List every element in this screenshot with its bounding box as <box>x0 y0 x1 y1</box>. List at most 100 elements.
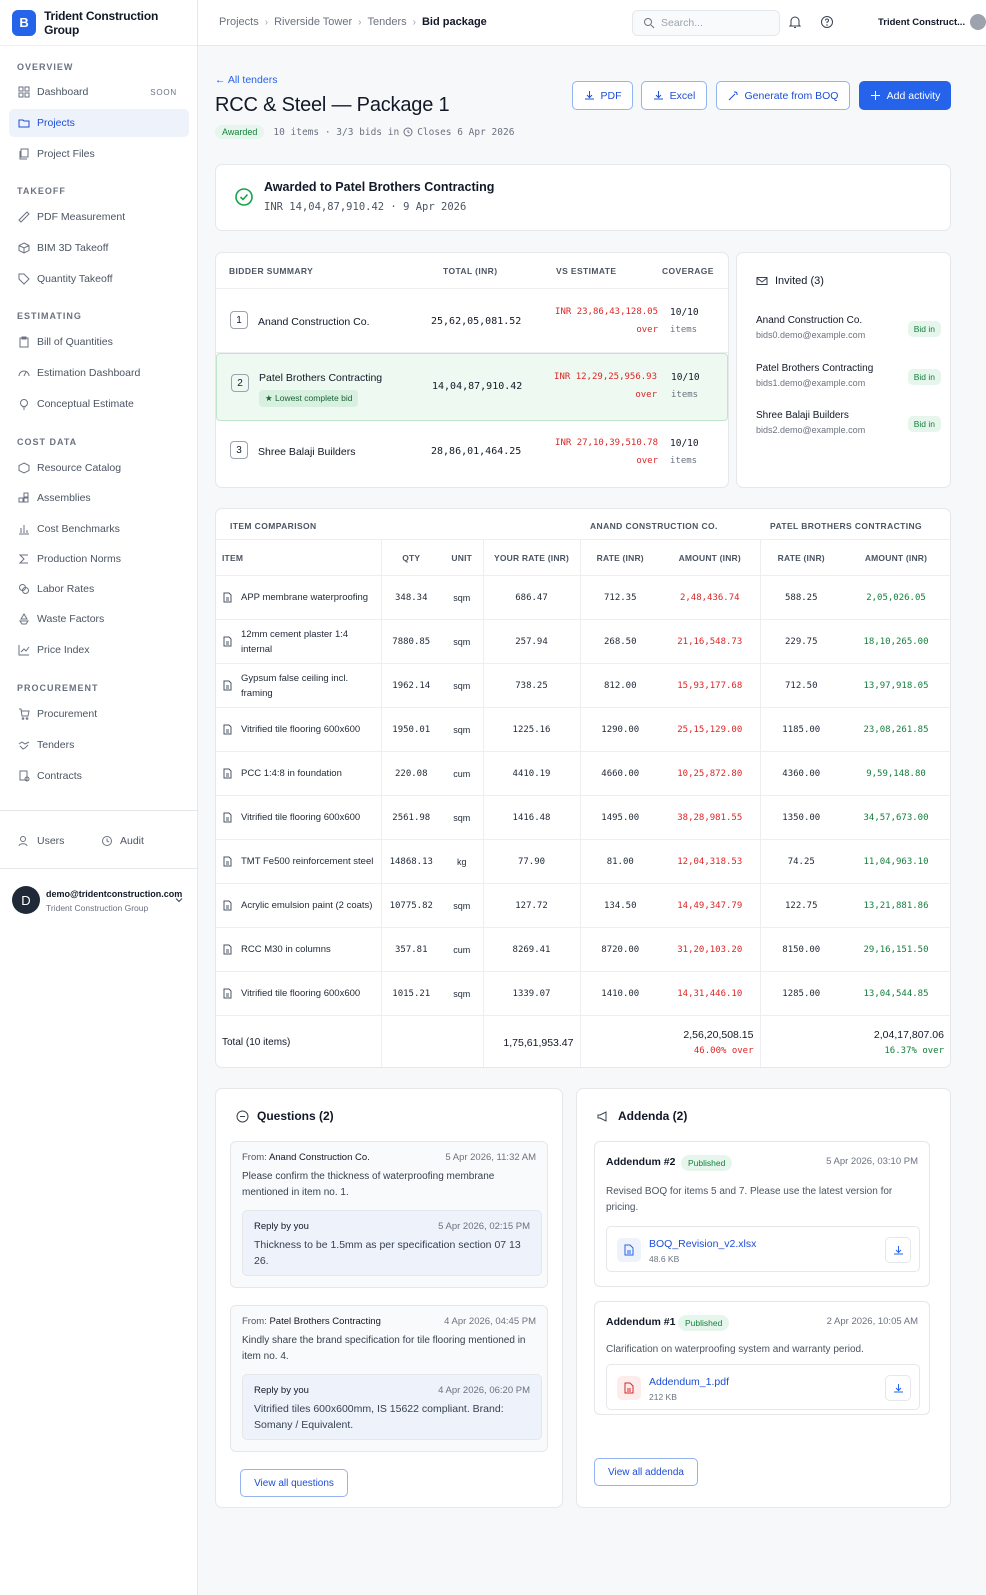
bell-icon[interactable] <box>788 15 802 29</box>
addenda-header: Addenda (2) <box>597 1109 687 1123</box>
table-row[interactable]: RCC M30 in columns 357.81 cum 8269.41 8720.0… <box>216 927 950 972</box>
tag-icon <box>18 273 30 285</box>
unit: sqm <box>441 971 483 1016</box>
sidebar-item-label: Assemblies <box>37 492 91 504</box>
total-patel-amount: 2,04,17,807.06 <box>873 1029 944 1042</box>
brand[interactable]: B Trident Construction Group <box>0 0 197 46</box>
question-item[interactable]: From: Anand Construction Co. 5 Apr 2026,… <box>230 1141 548 1288</box>
published-badge: Published <box>678 1315 730 1331</box>
sidebar-item-projects[interactable]: Projects <box>9 109 189 137</box>
sidebar-item-estimation-dashboard[interactable]: Estimation Dashboard <box>9 359 189 387</box>
coins-icon <box>18 583 30 595</box>
sidebar-item-waste-factors[interactable]: Waste Factors <box>9 605 189 633</box>
pdf-button[interactable]: PDF <box>572 81 633 110</box>
sidebar-item-procurement[interactable]: Procurement <box>9 700 189 728</box>
file-name[interactable]: Addendum_1.pdf <box>649 1376 729 1388</box>
sidebar-item-contracts[interactable]: Contracts <box>9 762 189 790</box>
sidebar: B Trident Construction Group OVERVIEW Da… <box>0 0 198 1595</box>
download-button[interactable] <box>885 1237 911 1263</box>
table-row[interactable]: Gypsum false ceiling incl. framing 1962.1… <box>216 663 950 708</box>
anand-amount: 12,04,318.53 <box>660 839 760 884</box>
sidebar-item-label: Procurement <box>37 708 98 720</box>
table-row[interactable]: Vitrified tile flooring 600x600 2561.98 sq… <box>216 795 950 840</box>
attachment[interactable]: Addendum_1.pdf 212 KB <box>606 1364 920 1410</box>
sidebar-item-conceptual-estimate[interactable]: Conceptual Estimate <box>9 390 189 418</box>
crumb-projects[interactable]: Projects <box>219 16 259 28</box>
add-activity-button[interactable]: Add activity <box>859 81 951 110</box>
sidebar-item-labor-rates[interactable]: Labor Rates <box>9 575 189 603</box>
meta-items: 10 items · 3/3 bids in <box>273 126 400 138</box>
brand-name: Trident Construction Group <box>44 8 159 37</box>
section-estimating: ESTIMATING <box>17 311 82 321</box>
audit-link[interactable]: Audit <box>92 827 172 855</box>
table-row[interactable]: Vitrified tile flooring 600x600 1950.01 sq… <box>216 707 950 752</box>
sidebar-item-assemblies[interactable]: Assemblies <box>9 484 189 512</box>
anand-rate: 4660.00 <box>579 751 660 796</box>
generate-from-boq-button[interactable]: Generate from BOQ <box>716 81 850 110</box>
search-icon <box>644 18 655 29</box>
bidder-row[interactable]: 3 Shree Balaji Builders 28,86,01,464.25 … <box>216 421 728 487</box>
back-link[interactable]: ← All tenders <box>215 74 277 86</box>
help-icon[interactable] <box>820 15 834 29</box>
item-label: APP membrane waterproofing <box>241 592 369 603</box>
table-row[interactable]: Vitrified tile flooring 600x600 1015.21 sq… <box>216 971 950 1016</box>
sidebar-item-tenders[interactable]: Tenders <box>9 731 189 759</box>
users-link[interactable]: Users <box>9 827 89 855</box>
qty: 1950.01 <box>380 707 441 752</box>
invited-item[interactable]: Anand Construction Co. bids0.demo@example… <box>756 315 941 340</box>
table-row[interactable]: 12mm cement plaster 1:4 internal 7880.85 s… <box>216 619 950 664</box>
sidebar-item-bill-of-quantities[interactable]: Bill of Quantities <box>9 328 189 356</box>
pdf-file-icon <box>617 1376 641 1400</box>
sidebar-item-bim-3d-takeoff[interactable]: BIM 3D Takeoff <box>9 234 189 262</box>
sidebar-item-cost-benchmarks[interactable]: Cost Benchmarks <box>9 515 189 543</box>
sidebar-item-dashboard[interactable]: Dashboard SOON <box>9 78 189 106</box>
reply: Reply by you 5 Apr 2026, 02:15 PM Thickn… <box>242 1210 542 1276</box>
sidebar-item-production-norms[interactable]: Production Norms <box>9 545 189 573</box>
unit: cum <box>441 927 483 972</box>
coverage-items: items <box>671 390 699 400</box>
account-switcher[interactable]: D demo@tridentconstruction.com Trident C… <box>12 886 192 918</box>
item-label: Gypsum false ceiling incl. framing <box>241 672 349 699</box>
crumb-tenders[interactable]: Tenders <box>368 16 407 28</box>
lowest-bid-badge: ★ Lowest complete bid <box>259 390 359 407</box>
download-button[interactable] <box>885 1375 911 1401</box>
file-size: 48.6 KB <box>649 1254 680 1264</box>
bidder-row-awarded[interactable]: 2 Patel Brothers Contracting ★ Lowest co… <box>216 353 728 421</box>
item-name: Vitrified tile flooring 600x600 <box>216 971 381 1016</box>
view-all-questions-button[interactable]: View all questions <box>240 1469 348 1497</box>
invited-title: Invited (3) <box>775 275 824 287</box>
table-row[interactable]: APP membrane waterproofing 348.34 sqm 686.4… <box>216 575 950 620</box>
sidebar-item-quantity-takeoff[interactable]: Quantity Takeoff <box>9 265 189 293</box>
user-avatar[interactable] <box>970 14 986 30</box>
sidebar-item-price-index[interactable]: Price Index <box>9 636 189 664</box>
question-item[interactable]: From: Patel Brothers Contracting 4 Apr 2… <box>230 1305 548 1452</box>
table-row[interactable]: Acrylic emulsion paint (2 coats) 10775.82… <box>216 883 950 928</box>
ruler-icon <box>18 211 30 223</box>
invited-item[interactable]: Shree Balaji Builders bids2.demo@example.… <box>756 410 941 435</box>
patel-amount: 18,10,265.00 <box>842 619 950 664</box>
search-input[interactable]: Search... <box>632 10 780 36</box>
file-name[interactable]: BOQ_Revision_v2.xlsx <box>649 1238 756 1250</box>
invited-item[interactable]: Patel Brothers Contracting bids1.demo@exa… <box>756 363 941 388</box>
anand-rate: 8720.00 <box>579 927 660 972</box>
bidder-row[interactable]: 1 Anand Construction Co. 25,62,05,081.52… <box>216 289 728 353</box>
vs-estimate-over: over <box>636 325 658 335</box>
org-selector[interactable]: Trident Construct... <box>878 17 965 28</box>
section-takeoff: TAKEOFF <box>17 186 66 196</box>
item-name: 12mm cement plaster 1:4 internal <box>216 619 381 664</box>
sidebar-item-label: Project Files <box>37 148 95 160</box>
view-all-addenda-button[interactable]: View all addenda <box>594 1458 698 1486</box>
anand-amount: 14,31,446.10 <box>660 971 760 1016</box>
sidebar-item-resource-catalog[interactable]: Resource Catalog <box>9 454 189 482</box>
anand-rate: 1290.00 <box>579 707 660 752</box>
attachment[interactable]: BOQ_Revision_v2.xlsx 48.6 KB <box>606 1226 920 1272</box>
account-email: demo@tridentconstruction.com <box>46 889 183 899</box>
sidebar-item-pdf-measurement[interactable]: PDF Measurement <box>9 203 189 231</box>
crumb-project[interactable]: Riverside Tower <box>274 16 352 28</box>
item-label: Vitrified tile flooring 600x600 <box>241 988 361 999</box>
sidebar-item-project-files[interactable]: Project Files <box>9 140 189 168</box>
excel-button[interactable]: Excel <box>641 81 707 110</box>
unit: sqm <box>441 707 483 752</box>
table-row[interactable]: TMT Fe500 reinforcement steel 14868.13 kg 7… <box>216 839 950 884</box>
table-row[interactable]: PCC 1:4:8 in foundation 220.08 cum 4410.19 4… <box>216 751 950 796</box>
